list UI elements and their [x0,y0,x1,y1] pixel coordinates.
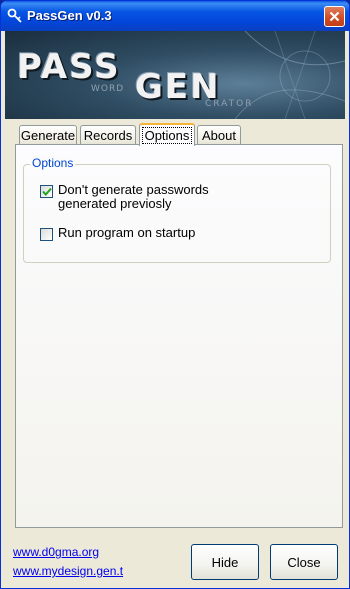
close-icon [329,11,340,22]
tab-generate[interactable]: Generate [19,125,77,145]
close-button[interactable]: Close [270,544,338,580]
window-close-button[interactable] [324,6,345,27]
title-bar[interactable]: PassGen v0.3 [1,1,349,31]
logo-word-text: WORD [91,84,125,94]
check-icon [41,187,52,196]
no-repeat-passwords-label: Don't generate passwords generated previ… [58,182,209,211]
tab-options[interactable]: Options [139,123,195,146]
no-repeat-passwords-option[interactable]: Don't generate passwords generated previ… [40,183,218,211]
run-on-startup-checkbox[interactable] [40,228,53,241]
link-d0gma[interactable]: www.d0gma.org [13,545,99,559]
app-window: PassGen v0.3 PASS WORD GEN CRATOR Genera… [0,0,350,589]
app-banner: PASS WORD GEN CRATOR [5,31,345,119]
run-on-startup-option[interactable]: Run program on startup [40,226,218,241]
tab-about[interactable]: About [197,125,241,145]
no-repeat-passwords-checkbox[interactable] [40,185,53,198]
options-group-title: Options [30,156,76,170]
options-panel: Options Don't generate passwords generat… [15,144,343,528]
tab-records[interactable]: Records [80,125,136,145]
hide-button[interactable]: Hide [191,544,259,580]
key-icon [7,8,23,24]
window-title: PassGen v0.3 [27,8,112,23]
run-on-startup-label: Run program on startup [58,225,196,240]
link-mydesign[interactable]: www.mydesign.gen.t [13,564,123,578]
logo-pass-text: PASS [17,47,121,87]
options-groupbox: Options Don't generate passwords generat… [23,156,331,263]
logo-creator-text: CRATOR [205,99,254,109]
